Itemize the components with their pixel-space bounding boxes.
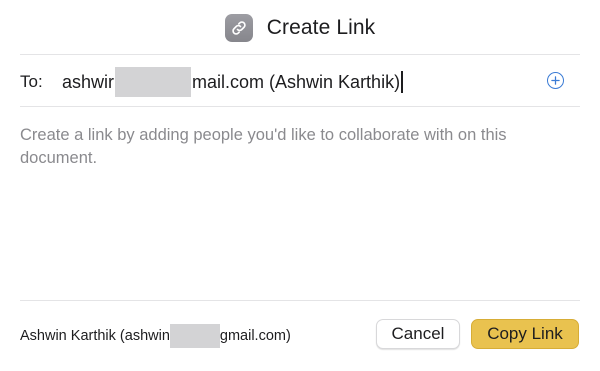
cancel-button[interactable]: Cancel	[376, 319, 460, 349]
footer-user-identity: Ashwin Karthik (ashwin gmail.com)	[20, 324, 291, 348]
copy-link-button[interactable]: Copy Link	[471, 319, 579, 349]
link-icon	[224, 14, 253, 42]
footer-divider	[20, 300, 580, 301]
redacted-block	[115, 67, 192, 97]
recipient-row: To: ashwir mail.com (Ashwin Karthik)	[20, 54, 580, 106]
recipient-text-prefix: ashwir	[62, 71, 115, 92]
plus-circle-icon[interactable]	[547, 72, 564, 89]
dialog-title: Create Link	[266, 16, 376, 39]
redacted-block	[169, 324, 220, 348]
recipient-divider	[20, 106, 580, 107]
footer-user-suffix: gmail.com)	[219, 328, 291, 344]
create-link-dialog: Create Link To: ashwir mail.com (Ashwin …	[0, 0, 600, 371]
hint-text: Create a link by adding people you'd lik…	[20, 126, 507, 167]
footer-user-prefix: Ashwin Karthik (ashwin	[20, 328, 170, 344]
dialog-header: Create Link	[0, 10, 600, 46]
recipient-input[interactable]: ashwir mail.com (Ashwin Karthik)	[62, 67, 403, 97]
to-label: To:	[20, 72, 43, 91]
text-caret	[401, 71, 403, 93]
recipient-text-suffix: mail.com (Ashwin Karthik)	[192, 71, 401, 92]
